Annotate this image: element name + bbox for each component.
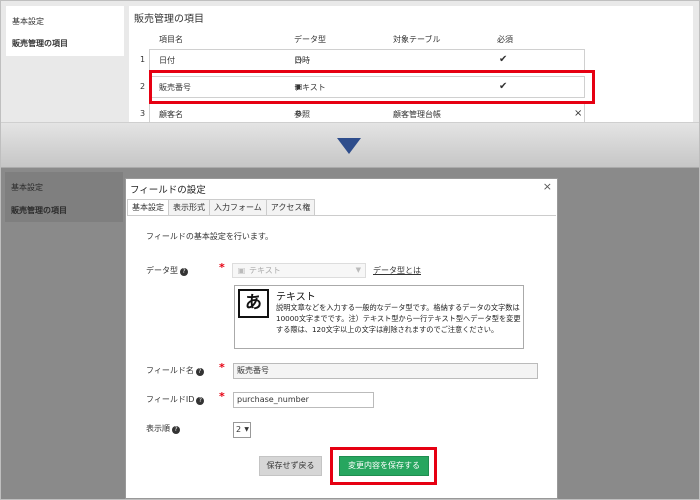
- field-list-view: 基本設定 販売管理の項目 販売管理の項目 項目名 データ型 対象テーブル 必須 …: [1, 1, 699, 122]
- row-number: 1: [140, 55, 146, 64]
- highlight-box: [149, 70, 595, 104]
- data-type-select[interactable]: ▣ テキスト ▼: [232, 263, 366, 278]
- sidebar: 基本設定 販売管理の項目: [6, 6, 124, 56]
- column-header-type: データ型: [294, 35, 326, 44]
- row-number: 2: [140, 82, 146, 91]
- help-icon[interactable]: ?: [195, 368, 204, 376]
- tab-bar: 基本設定 表示形式 入力フォーム アクセス権: [127, 199, 316, 216]
- display-order-select[interactable]: 2 ▼: [233, 422, 251, 438]
- help-icon[interactable]: ?: [172, 426, 180, 434]
- down-arrow-icon: [337, 138, 361, 154]
- required-asterisk: *: [219, 261, 225, 274]
- column-header-table: 対象テーブル: [393, 35, 441, 44]
- required-checkmark: ✔: [499, 54, 508, 65]
- table-row[interactable]: 1 日付 ◷ 日時 ✔: [129, 49, 693, 71]
- required-asterisk: *: [219, 361, 225, 374]
- field-name-input[interactable]: 販売番号: [233, 363, 538, 379]
- display-order-label: 表示順?: [146, 423, 180, 434]
- field-name-label: フィールド名?: [146, 365, 204, 376]
- field-name: 日付: [159, 56, 175, 65]
- back-without-saving-button[interactable]: 保存せず戻る: [259, 456, 322, 476]
- column-header-required: 必須: [497, 35, 513, 44]
- page-title: 販売管理の項目: [134, 14, 204, 25]
- text-icon: ▣: [237, 266, 246, 275]
- data-type-description: あ テキスト 説明文章などを入力する一般的なデータ型です。格納するデータの文字数…: [234, 285, 524, 349]
- tab-basic-settings[interactable]: 基本設定: [127, 199, 169, 216]
- description-title: テキスト: [276, 292, 316, 303]
- sidebar-item-basic-settings: 基本設定: [11, 183, 43, 192]
- tab-input-form[interactable]: 入力フォーム: [210, 199, 267, 216]
- sidebar-item-sales-fields[interactable]: 販売管理の項目: [12, 38, 68, 49]
- table-row[interactable]: 3 顧客名 ⊘ 参照 顧客管理台帳 ×: [129, 103, 693, 122]
- chevron-down-icon: ▼: [244, 426, 249, 433]
- target-table: 顧客管理台帳: [393, 110, 441, 119]
- sidebar-item-basic-settings[interactable]: 基本設定: [12, 16, 44, 27]
- chevron-down-icon: ▼: [355, 266, 361, 274]
- tab-display-format[interactable]: 表示形式: [169, 199, 210, 216]
- help-icon[interactable]: ?: [180, 268, 188, 276]
- dialog-title: フィールドの設定: [130, 185, 206, 196]
- field-id-label: フィールドID?: [146, 394, 205, 405]
- tab-access-rights[interactable]: アクセス権: [266, 199, 316, 216]
- data-type-label: データ型?: [146, 265, 188, 276]
- intro-text: フィールドの基本設定を行います。: [146, 232, 274, 241]
- field-id-input[interactable]: purchase_number: [233, 392, 374, 408]
- close-icon[interactable]: ×: [543, 180, 552, 193]
- transition-band: [1, 122, 699, 168]
- required-asterisk: *: [219, 390, 225, 403]
- row-cells: [149, 49, 585, 71]
- main-content: 販売管理の項目 項目名 データ型 対象テーブル 必須 1 日付 ◷ 日時 ✔ 2 …: [129, 6, 693, 122]
- field-settings-dialog: フィールドの設定 × 基本設定 表示形式 入力フォーム アクセス権 フィールドの…: [125, 178, 558, 499]
- field-name: 顧客名: [159, 110, 183, 119]
- highlight-box: [330, 447, 437, 485]
- field-settings-view: 基本設定 販売管理の項目 フィールドの設定 × 基本設定 表示形式 入力フォーム…: [1, 168, 699, 499]
- sidebar-dimmed: 基本設定 販売管理の項目: [5, 172, 123, 222]
- column-header-name: 項目名: [159, 35, 183, 44]
- not-required-mark: ×: [574, 108, 583, 119]
- help-icon[interactable]: ?: [196, 397, 205, 405]
- text-type-icon: あ: [238, 289, 269, 318]
- sidebar-item-sales-fields: 販売管理の項目: [11, 206, 67, 215]
- description-text: 説明文章などを入力する一般的なデータ型です。格納するデータの文字数は10000文…: [276, 303, 521, 334]
- data-type-help-link[interactable]: データ型とは: [373, 265, 421, 276]
- row-cells: [149, 103, 585, 122]
- row-number: 3: [140, 109, 146, 118]
- tab-divider: [127, 215, 556, 216]
